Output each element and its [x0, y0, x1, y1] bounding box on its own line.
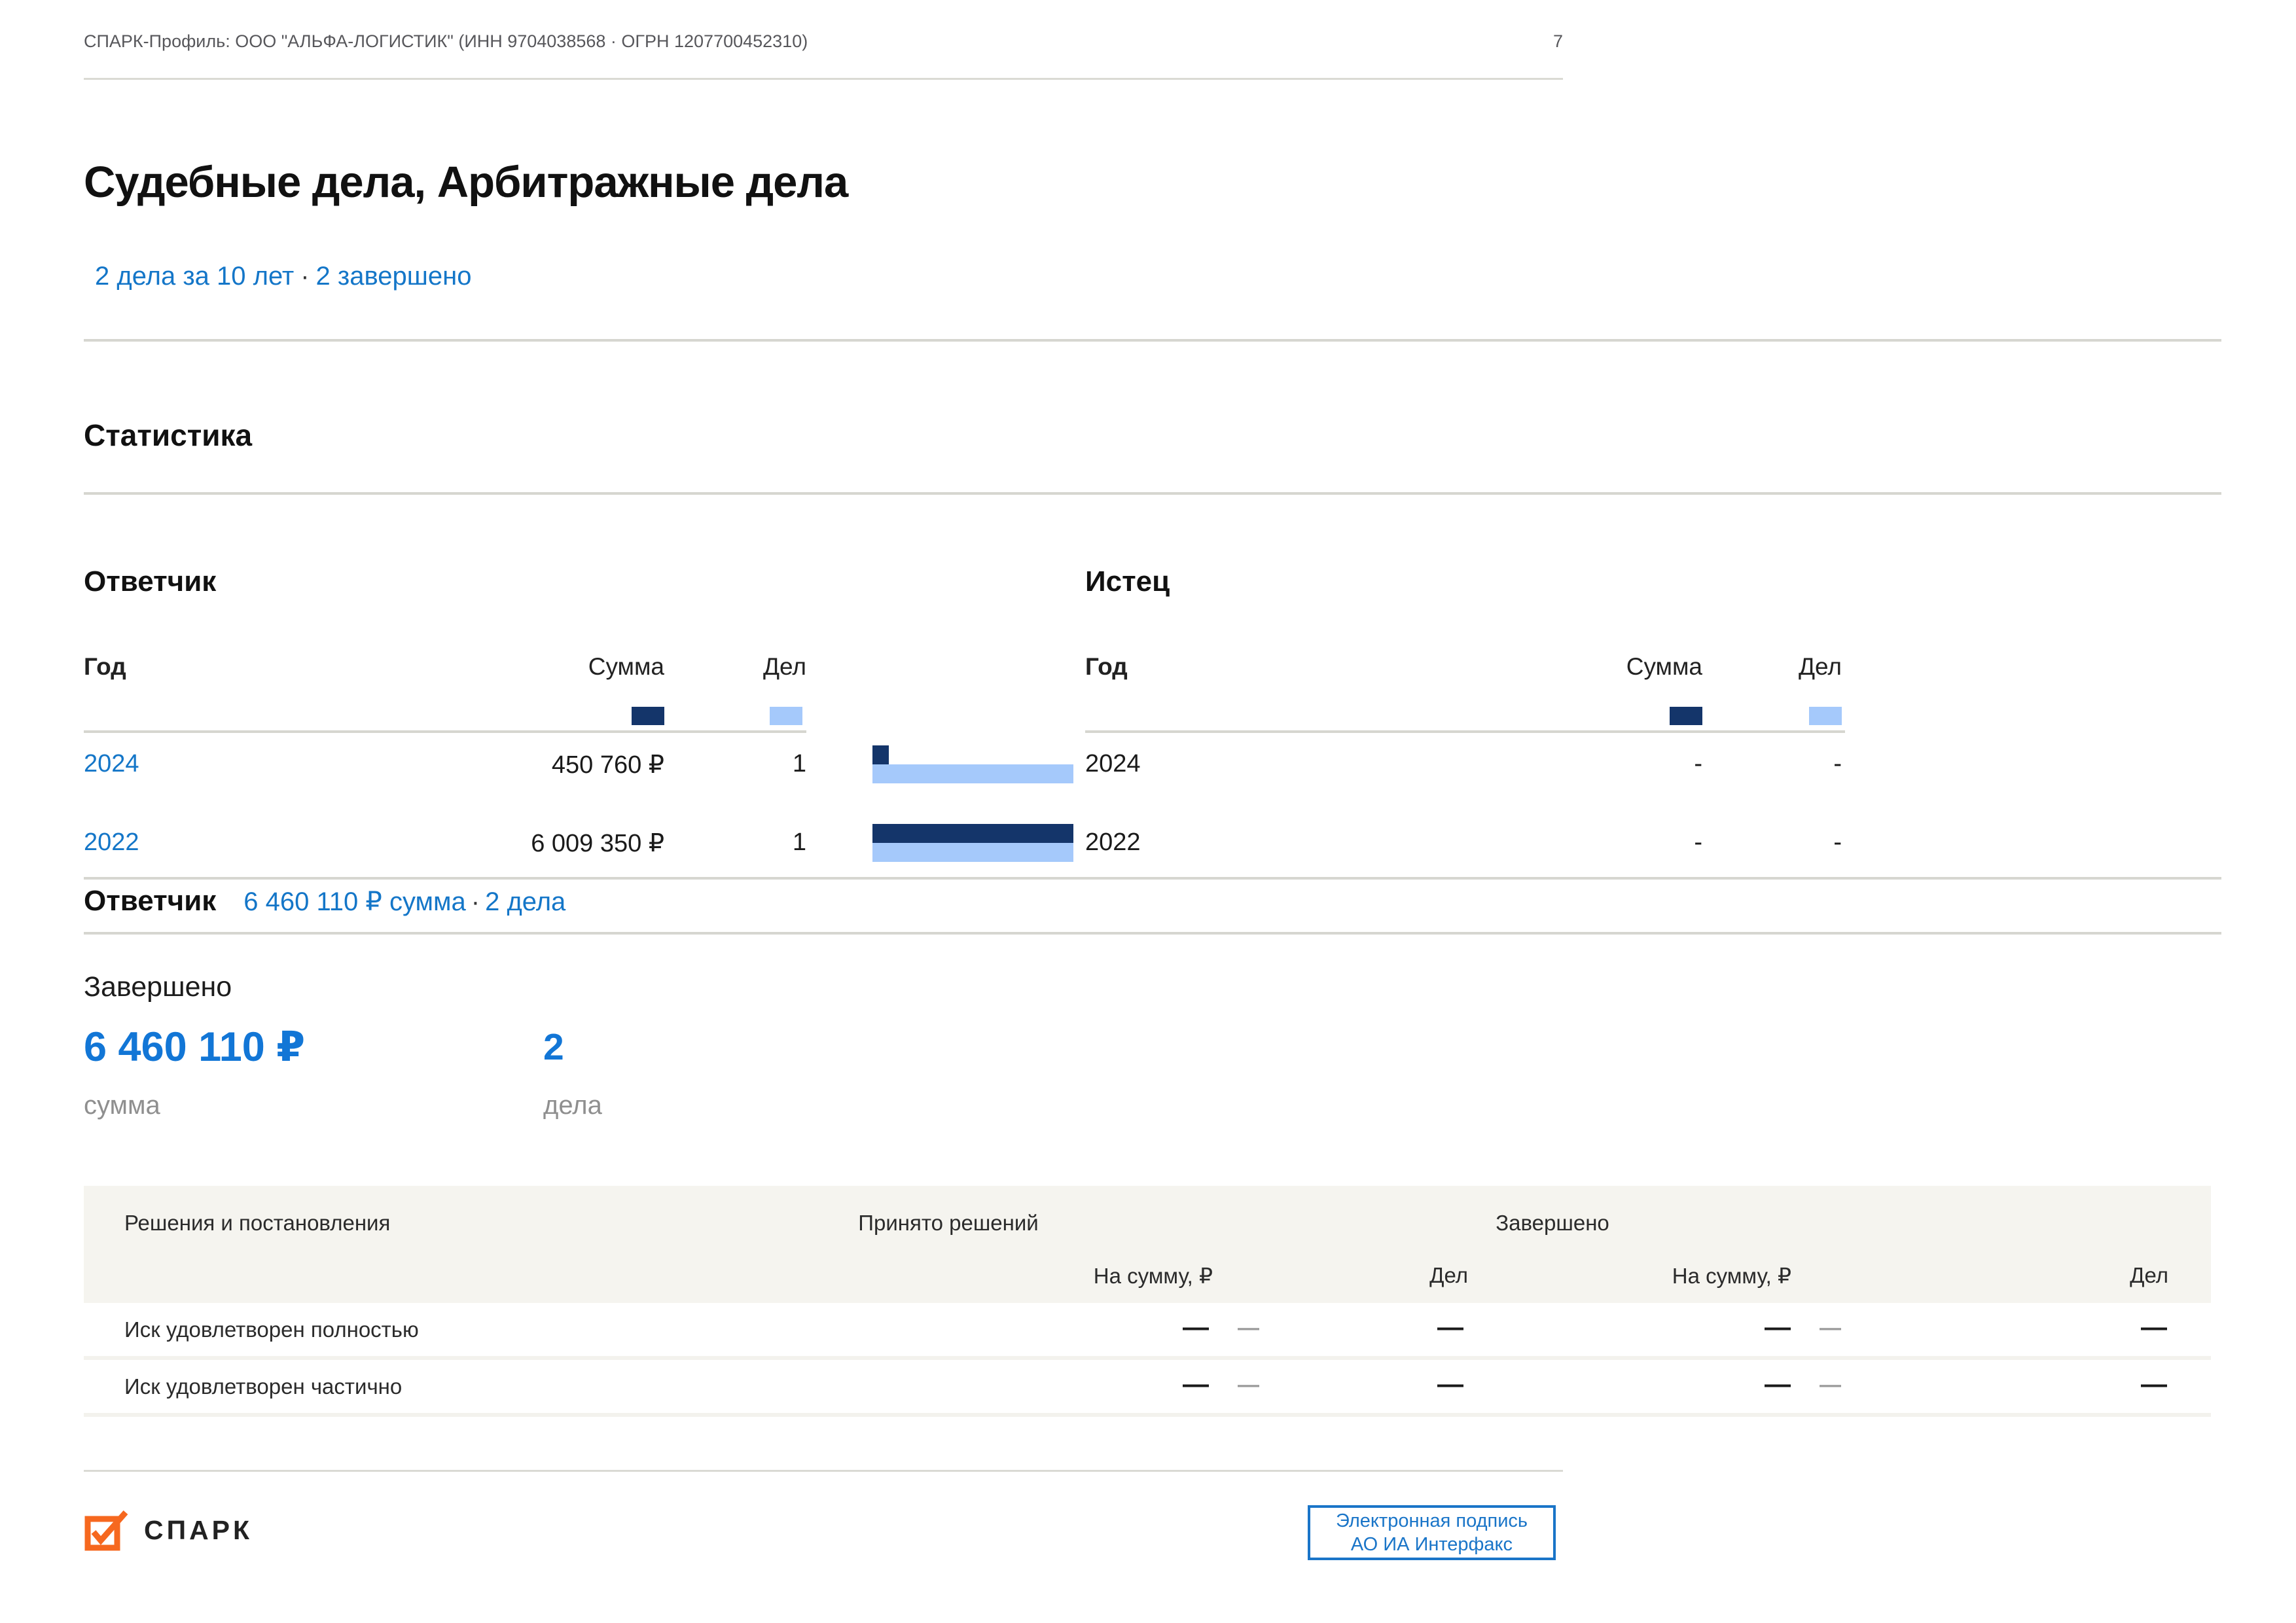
- subheader-sum-completed: На сумму, ₽: [1595, 1263, 1791, 1289]
- signature-line2: АО ИА Интерфакс: [1310, 1533, 1553, 1556]
- empty-value-dash: —: [1751, 1369, 1791, 1399]
- table-row: Иск удовлетворен полностью — — — — — —: [84, 1303, 2211, 1360]
- table-row: 2024 450 760 ₽ 1: [84, 733, 1073, 812]
- cases-value: 1: [664, 733, 806, 812]
- legend-sum-swatch: [1670, 707, 1702, 725]
- legend-cases-swatch: [770, 707, 802, 725]
- electronic-signature-stamp: Электронная подпись АО ИА Интерфакс: [1308, 1505, 1556, 1560]
- respondent-summary-links: 6 460 110 ₽ сумма·2 дела: [243, 887, 565, 917]
- table-row: Иск удовлетворен частично — — — — — —: [84, 1360, 2211, 1417]
- completed-labels: сумма дела: [84, 1091, 869, 1122]
- column-header-sum: Сумма: [1249, 653, 1702, 681]
- completed-sum-label: сумма: [84, 1091, 160, 1120]
- footer-divider: [84, 1470, 1563, 1472]
- cases-value: -: [1702, 733, 1842, 812]
- empty-value-dash: —: [2128, 1312, 2167, 1342]
- respondent-table-header: Год Сумма Дел: [84, 653, 806, 681]
- plaintiff-table-header: Год Сумма Дел: [1085, 653, 1845, 681]
- page-title-secondary: Арбитражные дела: [425, 158, 848, 207]
- completed-count-link[interactable]: 2 завершено: [316, 262, 472, 291]
- spark-brand: СПАРК: [84, 1509, 253, 1551]
- empty-value-dash: —: [1751, 1312, 1791, 1342]
- column-header-cases: Дел: [1702, 653, 1842, 681]
- sum-value: 450 760 ₽: [247, 733, 664, 812]
- empty-value-dash: —: [1424, 1312, 1463, 1342]
- subheader-sum-accepted: На сумму, ₽: [1016, 1263, 1213, 1289]
- page-title: Судебные дела, Арбитражные дела: [84, 157, 848, 207]
- sum-bar: [872, 824, 1073, 843]
- empty-value-dash: —: [1170, 1312, 1209, 1342]
- decisions-table-header: Решения и постановления Принято решений …: [84, 1186, 2211, 1303]
- legend-sum-swatch: [632, 707, 664, 725]
- empty-value-dash: —: [2128, 1369, 2167, 1399]
- spark-logo-icon: [84, 1509, 131, 1551]
- signature-line1: Электронная подпись: [1310, 1509, 1553, 1533]
- empty-value-dash-small: —: [1815, 1315, 1841, 1340]
- group-header-completed: Завершено: [1496, 1211, 1609, 1236]
- sum-bar: [872, 745, 889, 764]
- divider: [84, 932, 2221, 935]
- column-header-year: Год: [84, 653, 247, 681]
- sum-value: -: [1249, 733, 1702, 812]
- brand-name: СПАРК: [144, 1515, 253, 1546]
- empty-value-dash-small: —: [1233, 1372, 1259, 1397]
- spark-report-page: СПАРК-Профиль: ООО "АЛЬФА-ЛОГИСТИК" (ИНН…: [0, 0, 2296, 1623]
- row-bars: [872, 824, 1073, 862]
- legend: [84, 707, 806, 726]
- completed-sum-value: 6 460 110 ₽: [84, 1023, 305, 1071]
- empty-value-dash: —: [1170, 1369, 1209, 1399]
- plaintiff-heading: Истец: [1085, 565, 1850, 598]
- completed-block: Завершено 6 460 110 ₽ 2 сумма дела: [84, 971, 869, 1122]
- links-separator: ·: [294, 262, 315, 291]
- document-header-title: СПАРК-Профиль: ООО "АЛЬФА-ЛОГИСТИК" (ИНН…: [84, 31, 808, 52]
- decision-label: Иск удовлетворен полностью: [124, 1317, 419, 1342]
- decisions-rows-header: Решения и постановления: [124, 1211, 390, 1236]
- divider: [84, 492, 2221, 495]
- page-number: 7: [1553, 31, 1563, 52]
- row-bars: [872, 745, 1073, 783]
- table-row: 2024 - -: [1085, 733, 1850, 812]
- respondent-stats-table: Ответчик Год Сумма Дел 2024 450 760 ₽ 1 …: [84, 565, 1073, 890]
- respondent-sum-link[interactable]: 6 460 110 ₽ сумма: [243, 887, 465, 916]
- divider: [84, 877, 2221, 880]
- divider: [84, 339, 2221, 342]
- decision-label: Иск удовлетворен частично: [124, 1374, 402, 1399]
- cases-bar: [872, 843, 1073, 862]
- cases-count-link[interactable]: 2 дела за 10 лет: [95, 262, 294, 291]
- subheader-cases-completed: Дел: [2037, 1263, 2168, 1288]
- respondent-summary: Ответчик 6 460 110 ₽ сумма·2 дела: [84, 885, 565, 918]
- subheader-cases-accepted: Дел: [1337, 1263, 1468, 1288]
- respondent-cases-link[interactable]: 2 дела: [485, 887, 565, 916]
- respondent-heading: Ответчик: [84, 565, 1073, 598]
- year-value: 2024: [1085, 733, 1249, 812]
- links-separator: ·: [466, 887, 485, 916]
- legend-cases-swatch: [1809, 707, 1842, 725]
- empty-value-dash-small: —: [1233, 1315, 1259, 1340]
- completed-cases-label: дела: [543, 1091, 602, 1120]
- decisions-table: Решения и постановления Принято решений …: [84, 1186, 2211, 1417]
- column-header-sum: Сумма: [247, 653, 664, 681]
- document-header: СПАРК-Профиль: ООО "АЛЬФА-ЛОГИСТИК" (ИНН…: [84, 22, 1563, 80]
- respondent-summary-heading: Ответчик: [84, 885, 216, 918]
- statistics-heading: Статистика: [84, 418, 252, 453]
- legend: [1085, 707, 1845, 726]
- empty-value-dash-small: —: [1815, 1372, 1841, 1397]
- completed-values: 6 460 110 ₽ 2: [84, 1023, 869, 1075]
- cases-summary-links: 2 дела за 10 лет·2 завершено: [95, 262, 471, 291]
- cases-bar: [872, 764, 1073, 783]
- column-header-year: Год: [1085, 653, 1249, 681]
- completed-cases-value: 2: [543, 1026, 564, 1069]
- page-title-primary: Судебные дела,: [84, 158, 425, 207]
- column-header-cases: Дел: [664, 653, 806, 681]
- completed-heading: Завершено: [84, 971, 869, 1003]
- plaintiff-stats-table: Истец Год Сумма Дел 2024 - - 2022 - -: [1085, 565, 1850, 890]
- empty-value-dash: —: [1424, 1369, 1463, 1399]
- year-link[interactable]: 2024: [84, 733, 247, 812]
- group-header-accepted: Принято решений: [858, 1211, 1039, 1236]
